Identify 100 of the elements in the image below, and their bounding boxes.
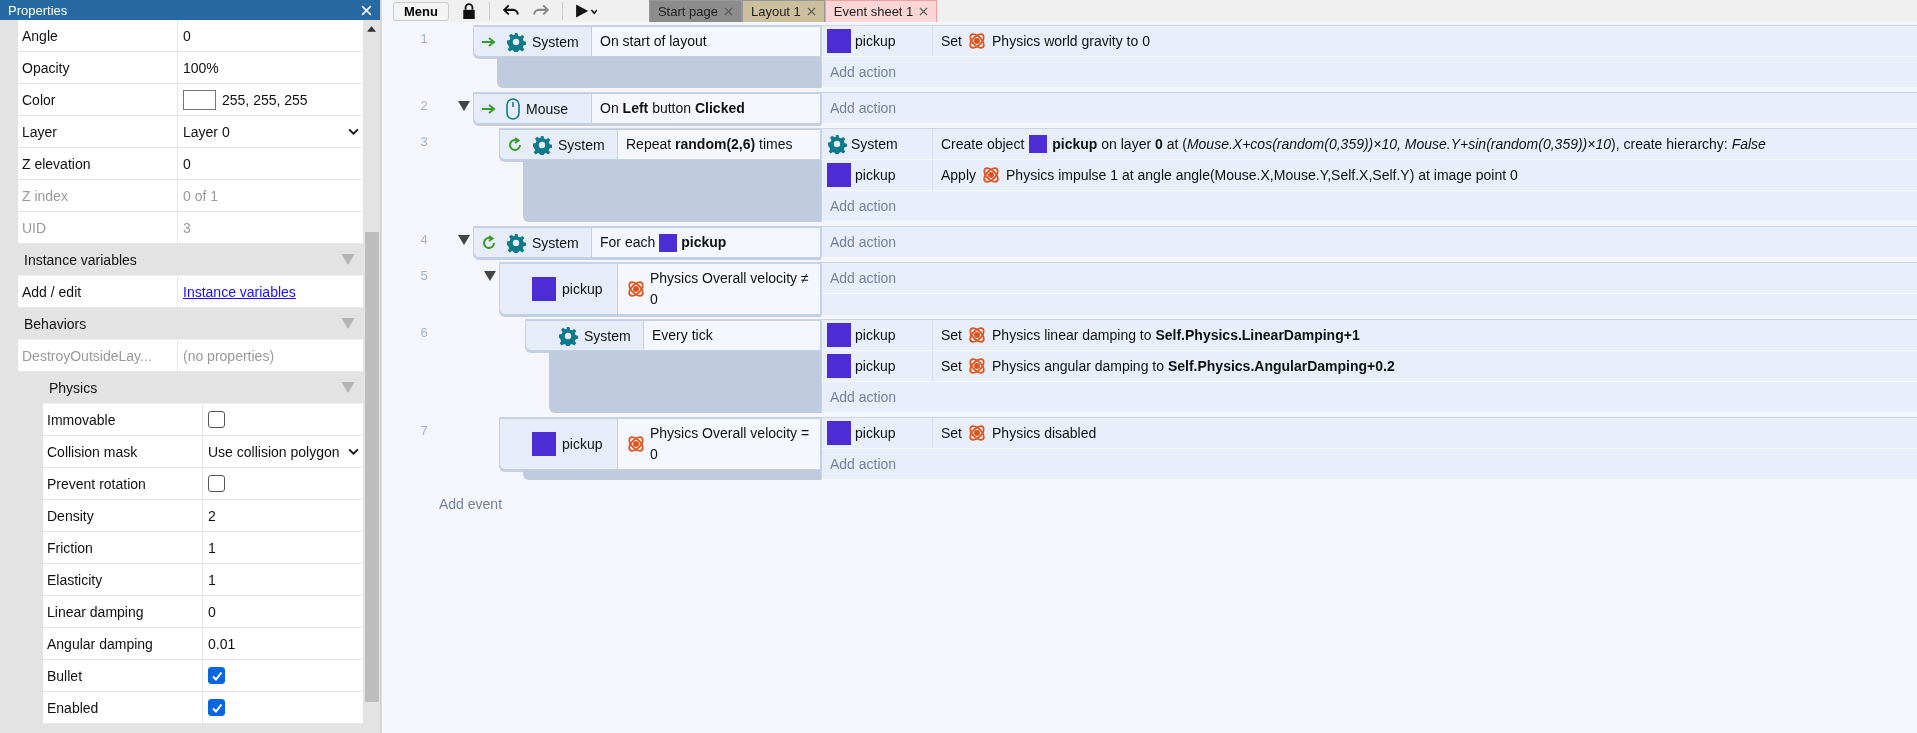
object-name: pickup xyxy=(855,167,896,183)
chevron-down-icon[interactable] xyxy=(348,128,359,135)
object-name: pickup xyxy=(855,33,896,49)
condition-row[interactable]: System For each pickup xyxy=(473,227,821,258)
action-row[interactable]: pickup Set Physics world gravity to 0 xyxy=(822,26,1917,57)
condition-text: pickup xyxy=(681,233,727,252)
loop-icon xyxy=(507,136,523,153)
action-text: Physics impulse 1 at angle angle(Mouse.X,Mouse.Y,Self.X,Self.Y) at image point 0 xyxy=(1006,167,1518,183)
action-verb: Apply xyxy=(941,167,977,183)
checkmark-icon xyxy=(210,701,223,714)
section-label: Instance variables xyxy=(24,251,137,268)
dropdown[interactable]: Use collision polygon xyxy=(208,443,363,460)
property-link[interactable]: Instance variables xyxy=(183,283,296,300)
action-row[interactable]: pickup Set Physics disabled xyxy=(822,418,1917,449)
play-icon[interactable] xyxy=(574,3,597,19)
property-value[interactable]: 1 xyxy=(208,571,216,588)
condition-text: On start of layout xyxy=(600,32,707,51)
condition-row[interactable]: pickup Physics Overall velocity ≠ 0 xyxy=(499,263,821,315)
property-label: Collision mask xyxy=(47,443,138,460)
collapse-triangle-icon[interactable] xyxy=(458,235,470,245)
scroll-up-icon[interactable] xyxy=(367,26,376,32)
checkbox[interactable] xyxy=(208,411,225,428)
sprite-icon xyxy=(827,163,851,187)
condition-row[interactable]: System Repeat random(2,6) times xyxy=(499,129,821,160)
sprite-icon xyxy=(659,233,678,252)
action-row[interactable]: pickup Set Physics linear damping to Self.Physics.LinearDamping+1 xyxy=(822,320,1917,351)
action-verb: Create object xyxy=(941,136,1025,152)
collapse-triangle-icon[interactable] xyxy=(458,101,470,111)
section-label: Behaviors xyxy=(24,315,87,332)
gear-icon xyxy=(506,31,526,52)
action-verb: Set xyxy=(941,358,962,374)
property-value[interactable]: 1 xyxy=(208,539,216,556)
event-number: 3 xyxy=(420,134,428,151)
object-name: pickup xyxy=(855,425,896,441)
condition-row[interactable]: pickup Physics Overall velocity = 0 xyxy=(499,418,821,470)
atom-icon xyxy=(626,279,646,299)
atom-icon xyxy=(967,356,987,376)
property-value[interactable]: 0 xyxy=(183,27,191,44)
condition-text: For each xyxy=(600,233,656,252)
dropdown[interactable]: Layer 0 xyxy=(183,123,363,140)
action-row[interactable]: pickup Apply Physics impulse 1 at angle angle(Mouse.X,Mouse.Y,Self.X,Self.Y) at image point 0 xyxy=(822,160,1917,191)
property-label: Add / edit xyxy=(22,283,82,300)
property-value[interactable]: 255, 255, 255 xyxy=(222,91,308,108)
property-value[interactable]: 0.01 xyxy=(208,635,236,652)
property-label: UID xyxy=(22,219,47,236)
action-row[interactable]: System Create object pickup on layer 0 at (Mouse.X+cos(random(0,359))×10, Mouse.Y+sin(random(0,359))×10), create hierarchy: False xyxy=(822,129,1917,160)
atom-icon xyxy=(967,423,987,443)
object-name: System xyxy=(532,234,579,251)
object-name: pickup xyxy=(855,327,896,343)
checkbox[interactable] xyxy=(208,699,225,716)
action-text: Physics angular damping to Self.Physics.AngularDamping+0.2 xyxy=(992,358,1395,374)
event-number: 1 xyxy=(420,31,428,48)
action-verb: Set xyxy=(941,425,962,441)
property-label: DestroyOutsideLay... xyxy=(22,347,152,364)
condition-text: Physics Overall velocity ≠ 0 xyxy=(650,269,810,309)
color-swatch[interactable] xyxy=(183,89,216,110)
property-label: Prevent rotation xyxy=(47,475,146,492)
tab[interactable]: Event sheet 1 xyxy=(824,0,938,22)
sprite-icon xyxy=(827,29,851,53)
condition-row[interactable]: Mouse On Left button Clicked xyxy=(473,93,821,124)
property-label: Layer xyxy=(22,123,58,140)
checkbox[interactable] xyxy=(208,667,225,684)
loop-icon xyxy=(481,234,497,251)
condition-text: On Left button Clicked xyxy=(600,99,745,118)
close-icon[interactable] xyxy=(806,7,816,16)
object-name: pickup xyxy=(855,358,896,374)
sprite-icon xyxy=(532,277,556,301)
lock-icon[interactable] xyxy=(460,3,477,19)
tab[interactable]: Layout 1 xyxy=(741,0,825,22)
property-value[interactable]: 0 xyxy=(183,155,191,172)
arrow-icon xyxy=(482,103,496,114)
property-label: Linear damping xyxy=(47,603,144,620)
action-text: Physics disabled xyxy=(992,425,1097,441)
property-label: Color xyxy=(22,91,56,108)
checkbox[interactable] xyxy=(208,475,225,492)
property-label: Density xyxy=(47,507,94,524)
action-verb: Set xyxy=(941,33,962,49)
close-icon[interactable] xyxy=(919,7,929,16)
action-row[interactable]: pickup Set Physics angular damping to Self.Physics.AngularDamping+0.2 xyxy=(822,351,1917,382)
property-label: Angular damping xyxy=(47,635,153,652)
property-label: Z index xyxy=(22,187,68,204)
menu-button[interactable]: Menu xyxy=(393,1,449,21)
event-number: 6 xyxy=(420,325,428,342)
condition-row[interactable]: System On start of layout xyxy=(473,26,821,57)
property-value[interactable]: 100% xyxy=(183,59,219,76)
chevron-down-icon[interactable] xyxy=(348,448,359,455)
event-number: 2 xyxy=(420,98,428,115)
property-label: Immovable xyxy=(47,411,116,428)
property-value[interactable]: 2 xyxy=(208,507,216,524)
condition-row[interactable]: System Every tick xyxy=(525,320,821,351)
gear-icon xyxy=(558,325,578,346)
action-verb: Set xyxy=(941,327,962,343)
atom-icon xyxy=(981,165,1002,185)
tab[interactable]: Start page xyxy=(648,0,742,22)
gear-icon xyxy=(532,134,552,155)
property-value[interactable]: 0 xyxy=(208,603,216,620)
add-event-link[interactable]: Add event xyxy=(439,496,503,512)
scrollbar-thumb[interactable] xyxy=(364,232,379,702)
event-number: 4 xyxy=(420,232,428,249)
collapse-triangle-icon[interactable] xyxy=(484,271,496,281)
